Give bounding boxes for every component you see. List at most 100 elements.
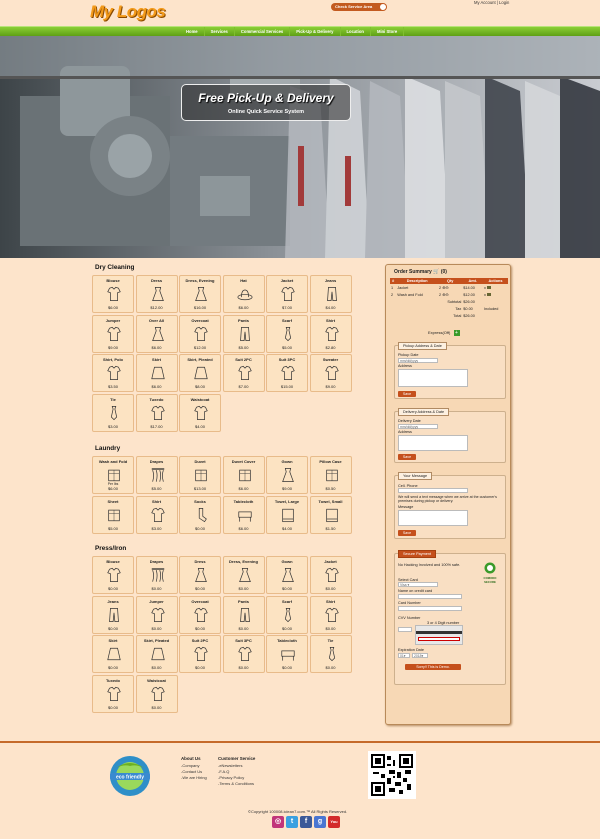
delivery-address-input[interactable] [398, 435, 468, 451]
service-tile[interactable]: Skirt $0.00 [92, 635, 134, 673]
service-tile[interactable]: Scarf $5.00 [266, 314, 308, 353]
service-tile[interactable]: Shirt, Polo $3.50 [92, 354, 134, 392]
service-tile[interactable]: Skirt $6.00 [135, 354, 178, 392]
evening-dress-icon [195, 286, 207, 302]
delivery-save-button[interactable]: Save [398, 454, 416, 460]
service-tile[interactable]: Shirt $0.00 [309, 595, 352, 634]
service-tile[interactable]: Jacket $7.00 [266, 275, 308, 313]
service-tile[interactable]: Tablecloth $6.00 [222, 495, 265, 534]
exp-year-select[interactable]: 2018▾ [412, 653, 428, 658]
service-tile[interactable]: Overcoat $12.00 [179, 314, 221, 353]
service-tile[interactable]: Towel, Large $4.00 [266, 495, 308, 534]
message-tab[interactable]: Your Message [398, 472, 433, 480]
footer-link-faq[interactable]: -F.A.Q [218, 769, 229, 774]
google-plus-icon[interactable]: g [314, 816, 326, 828]
service-tile[interactable]: Suit 2PC $7.00 [222, 354, 265, 392]
payment-tab[interactable]: Secure Payment [398, 550, 437, 558]
footer-link-hiring[interactable]: -We are Hiring [181, 775, 207, 780]
delivery-tab[interactable]: Delivery Address & Date [398, 408, 450, 416]
footer-link-newsletters[interactable]: -eNewsletters [218, 763, 242, 768]
youtube-icon[interactable]: You [328, 816, 340, 828]
pickup-tab[interactable]: Pickup Address & Date [398, 342, 447, 350]
service-tile[interactable]: Tie $0.00 [309, 635, 352, 673]
twitter-icon[interactable]: t [286, 816, 298, 828]
remove-item-button[interactable]: x [483, 284, 508, 291]
service-tile[interactable]: Tuxedo $0.00 [92, 674, 134, 713]
service-tile[interactable]: Jacket $0.00 [309, 556, 352, 594]
service-tile[interactable]: Pillow Case $0.50 [309, 456, 352, 494]
service-tile-price: $4.00 [194, 423, 205, 429]
service-tile[interactable]: Duvet Cover $6.00 [222, 456, 265, 494]
service-tile[interactable]: Drapes $0.00 [135, 556, 178, 594]
service-tile[interactable]: Scarf $0.00 [266, 595, 308, 634]
service-tile[interactable]: Wash and Fold Per lbs $6.00 [92, 456, 134, 494]
phone-input[interactable] [398, 488, 468, 493]
service-tile[interactable]: Gown $9.00 [266, 456, 308, 494]
trash-icon[interactable] [487, 292, 492, 296]
service-tile[interactable]: Shirt $3.00 [135, 495, 178, 534]
exp-month-select[interactable]: 01▾ [398, 653, 410, 658]
footer-link-company[interactable]: -Company [181, 763, 199, 768]
qty-stepper[interactable]: 2 ⊕⊖ [438, 284, 462, 291]
service-tile[interactable]: Gown $0.00 [266, 556, 308, 594]
service-tile[interactable]: Blouse $0.00 [92, 556, 134, 594]
service-tile[interactable]: Dress $12.00 [135, 275, 178, 313]
service-tile[interactable]: Blouse $6.00 [92, 275, 134, 313]
cvv-input[interactable] [398, 627, 412, 632]
pickup-save-button[interactable]: Save [398, 391, 416, 397]
facebook-icon[interactable]: f [300, 816, 312, 828]
message-input[interactable] [398, 510, 468, 526]
service-tile[interactable]: Waistcoat $0.00 [135, 674, 178, 713]
site-logo[interactable]: My Logos [90, 2, 166, 22]
qty-stepper[interactable]: 2 ⊕⊖ [438, 291, 462, 298]
service-tile[interactable]: Sweater $9.00 [309, 354, 352, 392]
service-tile[interactable]: Socks $0.00 [179, 495, 221, 534]
service-tile[interactable]: Skirt, Pleated $0.00 [135, 635, 178, 673]
express-toggle[interactable]: Express(Off) + [428, 330, 460, 336]
service-tile[interactable]: Dress, Evening $0.00 [222, 556, 265, 594]
service-tile[interactable]: Tuxedo $17.00 [135, 393, 178, 432]
account-links[interactable]: My Account | Login [474, 0, 509, 5]
service-tile[interactable]: Suit 3PC $0.00 [222, 635, 265, 673]
service-tile[interactable]: Tie $3.00 [92, 393, 134, 432]
subtotal-row: Subtotal $26.00 [447, 299, 475, 304]
service-tile[interactable]: Towel, Small $1.50 [309, 495, 352, 534]
service-tile[interactable]: Over All $6.00 [135, 314, 178, 353]
card-number-input[interactable] [398, 606, 462, 611]
check-service-area-toggle[interactable]: Check Service Area [331, 3, 387, 11]
service-tile[interactable]: Dress $0.00 [179, 556, 221, 594]
service-tile[interactable]: Suit 3PC $15.00 [266, 354, 308, 392]
service-tile[interactable]: Tablecloth $0.00 [266, 635, 308, 673]
card-name-input[interactable] [398, 594, 462, 599]
service-tile[interactable]: Jeans $0.00 [92, 595, 134, 634]
trash-icon[interactable] [487, 285, 492, 289]
service-tile[interactable]: Pants $0.00 [222, 595, 265, 634]
service-tile[interactable]: Sheet $5.00 [92, 495, 134, 534]
service-tile[interactable]: Jumper $0.00 [135, 595, 178, 634]
footer-link-privacy[interactable]: -Privacy Policy [218, 775, 244, 780]
plus-icon[interactable]: + [453, 330, 460, 336]
footer-link-contact[interactable]: -Contact Us [181, 769, 202, 774]
service-tile[interactable]: Jumper $9.00 [92, 314, 134, 353]
service-tile[interactable]: Shirt $2.80 [309, 314, 352, 353]
service-tile[interactable]: Pants $5.00 [222, 314, 265, 353]
service-tile[interactable]: Dress, Evening $16.00 [179, 275, 221, 313]
dress-icon [151, 286, 164, 302]
service-tile[interactable]: Jeans $4.00 [309, 275, 352, 313]
pickup-date-input[interactable]: mm/dd/yyyy [398, 358, 438, 363]
service-tile[interactable]: Hat $6.00 [222, 275, 265, 313]
service-tile[interactable]: Duvet $13.00 [179, 456, 221, 494]
pickup-address-input[interactable] [398, 369, 468, 387]
service-tile[interactable]: Overcoat $0.00 [179, 595, 221, 634]
submit-payment-button[interactable]: Sorry!! This is Demo. [405, 664, 461, 670]
service-tile[interactable]: Waistcoat $4.00 [179, 393, 221, 432]
footer-link-terms[interactable]: -Terms & Conditions [218, 781, 254, 786]
service-tile[interactable]: Drapes $5.00 [135, 456, 178, 494]
service-tile[interactable]: Skirt, Pleated $8.00 [179, 354, 221, 392]
card-select[interactable]: Visa ▾ [398, 582, 438, 587]
instagram-icon[interactable]: ◎ [272, 816, 284, 828]
message-save-button[interactable]: Save [398, 530, 416, 536]
delivery-date-input[interactable]: mm/dd/yyyy [398, 424, 438, 429]
service-tile[interactable]: Suit 2PC $0.00 [179, 635, 221, 673]
remove-item-button[interactable]: x [483, 291, 508, 298]
